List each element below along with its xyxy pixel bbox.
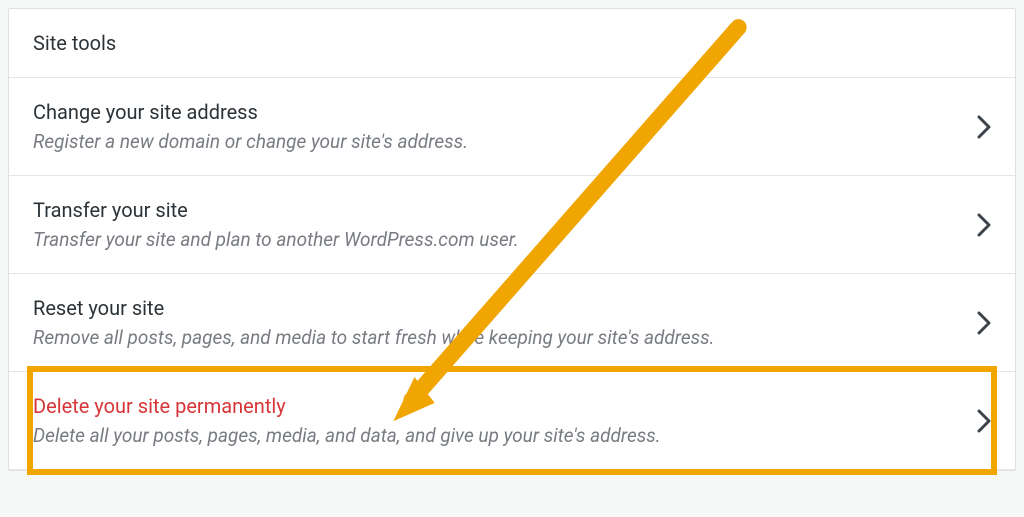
panel-header: Site tools	[9, 9, 1015, 78]
row-text: Transfer your site Transfer your site an…	[33, 198, 961, 251]
row-description: Remove all posts, pages, and media to st…	[33, 326, 961, 349]
row-text: Change your site address Register a new …	[33, 100, 961, 153]
chevron-right-icon	[977, 115, 991, 139]
row-change-site-address[interactable]: Change your site address Register a new …	[9, 78, 1015, 176]
row-text: Reset your site Remove all posts, pages,…	[33, 296, 961, 349]
chevron-right-icon	[977, 409, 991, 433]
row-description: Register a new domain or change your sit…	[33, 130, 961, 153]
panel-title: Site tools	[33, 31, 116, 55]
row-description: Delete all your posts, pages, media, and…	[33, 424, 961, 447]
row-title: Transfer your site	[33, 198, 961, 222]
row-description: Transfer your site and plan to another W…	[33, 228, 961, 251]
site-tools-panel: Site tools Change your site address Regi…	[8, 8, 1016, 471]
row-title: Reset your site	[33, 296, 961, 320]
row-delete-site[interactable]: Delete your site permanently Delete all …	[9, 372, 1015, 470]
row-title: Delete your site permanently	[33, 394, 961, 418]
row-title: Change your site address	[33, 100, 961, 124]
row-transfer-site[interactable]: Transfer your site Transfer your site an…	[9, 176, 1015, 274]
chevron-right-icon	[977, 213, 991, 237]
row-reset-site[interactable]: Reset your site Remove all posts, pages,…	[9, 274, 1015, 372]
chevron-right-icon	[977, 311, 991, 335]
row-text: Delete your site permanently Delete all …	[33, 394, 961, 447]
